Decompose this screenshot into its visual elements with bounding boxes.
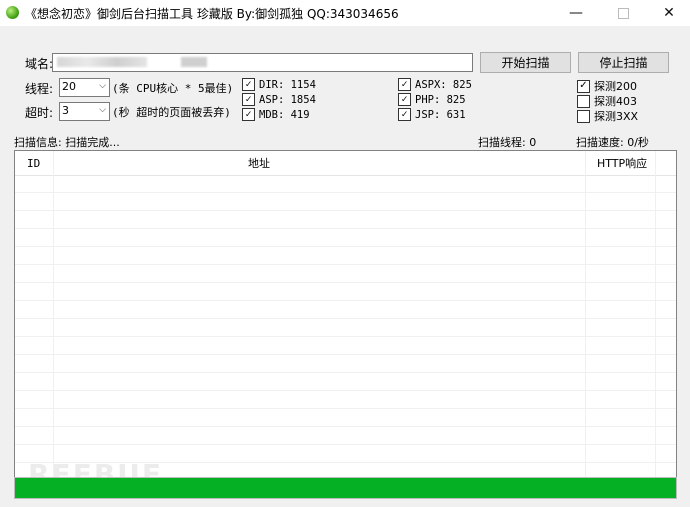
timeout-hint: (秒 超时的页面被丢弃) <box>112 106 231 119</box>
results-table[interactable]: ID 地址 HTTP响应 <box>14 150 677 478</box>
dict-checkbox-mdb[interactable]: ✓ MDB: 419 <box>242 108 310 121</box>
table-body <box>15 175 676 477</box>
window-title: 《想念初恋》御剑后台扫描工具 珍藏版 By:御剑孤独 QQ:343034656 <box>25 7 399 21</box>
dict-checkbox-asp[interactable]: ✓ ASP: 1854 <box>242 93 316 106</box>
table-row[interactable] <box>15 409 676 427</box>
dict-label: PHP: 825 <box>415 93 466 106</box>
timeout-select[interactable]: 3 ⌵ <box>59 102 110 121</box>
minimize-button[interactable]: — <box>553 0 599 26</box>
threads-select[interactable]: 20 ⌵ <box>59 78 110 97</box>
threads-value: 20 <box>62 80 76 93</box>
maximize-button[interactable] <box>600 0 646 26</box>
checkbox-icon: ✓ <box>242 108 255 121</box>
dict-label: MDB: 419 <box>259 108 310 121</box>
checkbox-icon: ✓ <box>577 79 590 93</box>
table-row[interactable] <box>15 355 676 373</box>
table-row[interactable] <box>15 193 676 211</box>
progress-fill <box>15 478 676 498</box>
close-button[interactable]: ✕ <box>646 0 690 26</box>
app-icon <box>6 6 19 19</box>
dict-label: ASPX: 825 <box>415 78 472 91</box>
redacted-domain-blur <box>57 57 147 67</box>
checkbox-icon <box>577 94 590 108</box>
domain-input[interactable] <box>52 53 473 72</box>
table-row[interactable] <box>15 373 676 391</box>
chevron-down-icon: ⌵ <box>99 81 106 91</box>
domain-label: 域名: <box>25 57 54 71</box>
checkbox-icon: ✓ <box>398 78 411 91</box>
start-scan-button[interactable]: 开始扫描 <box>480 52 571 73</box>
title-bar: 《想念初恋》御剑后台扫描工具 珍藏版 By:御剑孤独 QQ:343034656 … <box>0 0 690 26</box>
maximize-icon <box>617 7 629 19</box>
dict-label: ASP: 1854 <box>259 93 316 106</box>
threads-label: 线程: <box>25 82 54 96</box>
timeout-label: 超时: <box>25 106 54 120</box>
stop-scan-button[interactable]: 停止扫描 <box>578 52 669 73</box>
table-row[interactable] <box>15 319 676 337</box>
dict-label: JSP: 631 <box>415 108 466 121</box>
checkbox-icon: ✓ <box>398 108 411 121</box>
dict-checkbox-php[interactable]: ✓ PHP: 825 <box>398 93 466 106</box>
chevron-down-icon: ⌵ <box>99 105 106 115</box>
dict-checkbox-aspx[interactable]: ✓ ASPX: 825 <box>398 78 472 91</box>
dict-label: DIR: 1154 <box>259 78 316 91</box>
table-row[interactable] <box>15 265 676 283</box>
table-header: ID 地址 HTTP响应 <box>15 151 676 176</box>
checkbox-icon <box>577 109 590 123</box>
checkbox-icon: ✓ <box>242 78 255 91</box>
probe-label: 探测200 <box>594 80 637 93</box>
table-row[interactable] <box>15 283 676 301</box>
timeout-value: 3 <box>62 104 69 117</box>
dict-checkbox-jsp[interactable]: ✓ JSP: 631 <box>398 108 466 121</box>
dict-checkbox-dir[interactable]: ✓ DIR: 1154 <box>242 78 316 91</box>
probe-label: 探测403 <box>594 95 637 108</box>
probe-checkbox-200[interactable]: ✓ 探测200 <box>577 78 637 94</box>
table-row[interactable] <box>15 211 676 229</box>
probe-checkbox-3xx[interactable]: 探测3XX <box>577 108 638 124</box>
redacted-domain-blur <box>181 57 207 67</box>
table-row[interactable] <box>15 301 676 319</box>
column-header-http[interactable]: HTTP响应 <box>597 151 647 175</box>
table-row[interactable] <box>15 391 676 409</box>
column-header-id[interactable]: ID <box>27 151 40 175</box>
checkbox-icon: ✓ <box>242 93 255 106</box>
table-row[interactable] <box>15 229 676 247</box>
checkbox-icon: ✓ <box>398 93 411 106</box>
scan-speed: 扫描速度: 0/秒 <box>576 136 649 149</box>
probe-label: 探测3XX <box>594 110 639 123</box>
column-header-address[interactable]: 地址 <box>248 151 270 175</box>
scan-threads: 扫描线程: 0 <box>478 136 537 149</box>
scan-info: 扫描信息: 扫描完成... <box>14 136 120 149</box>
table-row[interactable] <box>15 247 676 265</box>
probe-checkbox-403[interactable]: 探测403 <box>577 93 637 109</box>
table-row[interactable] <box>15 175 676 193</box>
table-row[interactable] <box>15 337 676 355</box>
threads-hint: (条 CPU核心 * 5最佳) <box>112 82 234 95</box>
table-row[interactable] <box>15 427 676 445</box>
progress-bar <box>14 477 677 499</box>
